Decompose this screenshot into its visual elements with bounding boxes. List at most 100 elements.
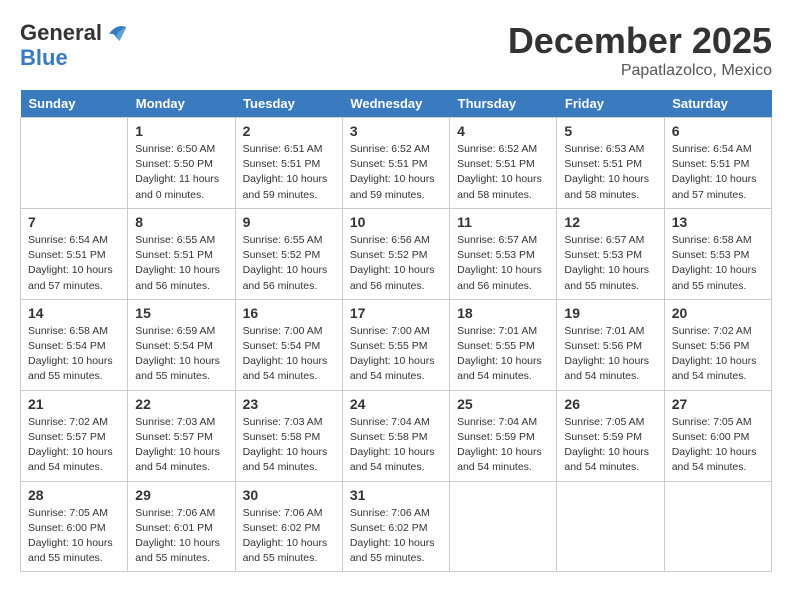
day-info: Sunrise: 7:06 AM Sunset: 6:02 PM Dayligh… [350,506,442,567]
day-info: Sunrise: 6:57 AM Sunset: 5:53 PM Dayligh… [457,233,549,294]
day-cell: 20Sunrise: 7:02 AM Sunset: 5:56 PM Dayli… [664,299,771,390]
day-cell: 28 Sunrise: 7:05 AM Sunset: 6:00 PM Dayli… [21,481,128,572]
day-cell: 24 Sunrise: 7:04 AM Sunset: 5:58 PM Dayli… [342,390,449,481]
day-info: Sunrise: 7:06 AM Sunset: 6:01 PM Dayligh… [135,506,227,567]
day-cell: 22 Sunrise: 7:03 AM Sunset: 5:57 PM Dayli… [128,390,235,481]
logo: General Blue [20,20,130,70]
month-title: December 2025 [508,20,772,62]
day-info: Sunrise: 6:51 AM Sunset: 5:51 PM Dayligh… [243,142,335,203]
day-number: 1 [135,123,227,139]
day-cell: 7 Sunrise: 6:54 AM Sunset: 5:51 PM Daylig… [21,208,128,299]
day-info: Sunrise: 7:01 AM Sunset: 5:55 PM Dayligh… [457,324,549,385]
day-info: Sunrise: 6:54 AM Sunset: 5:51 PM Dayligh… [28,233,120,294]
day-cell: 2 Sunrise: 6:51 AM Sunset: 5:51 PM Daylig… [235,118,342,209]
day-cell: 9 Sunrise: 6:55 AM Sunset: 5:52 PM Daylig… [235,208,342,299]
day-cell [21,118,128,209]
day-info: Sunrise: 6:52 AM Sunset: 5:51 PM Dayligh… [457,142,549,203]
day-info: Sunrise: 6:54 AM Sunset: 5:51 PM Dayligh… [672,142,764,203]
day-cell [664,481,771,572]
logo-bird-icon [102,20,130,48]
day-info: Sunrise: 7:01 AM Sunset: 5:56 PM Dayligh… [564,324,656,385]
day-info: Sunrise: 7:02 AM Sunset: 5:57 PM Dayligh… [28,415,120,476]
day-info: Sunrise: 7:06 AM Sunset: 6:02 PM Dayligh… [243,506,335,567]
day-info: Sunrise: 6:57 AM Sunset: 5:53 PM Dayligh… [564,233,656,294]
day-number: 22 [135,396,227,412]
day-cell: 3 Sunrise: 6:52 AM Sunset: 5:51 PM Daylig… [342,118,449,209]
day-number: 29 [135,487,227,503]
day-number: 3 [350,123,442,139]
day-number: 5 [564,123,656,139]
day-number: 28 [28,487,120,503]
day-number: 30 [243,487,335,503]
day-number: 27 [672,396,764,412]
day-number: 25 [457,396,549,412]
day-cell: 25Sunrise: 7:04 AM Sunset: 5:59 PM Dayli… [450,390,557,481]
weekday-header-thursday: Thursday [450,90,557,118]
day-info: Sunrise: 7:04 AM Sunset: 5:58 PM Dayligh… [350,415,442,476]
day-info: Sunrise: 6:59 AM Sunset: 5:54 PM Dayligh… [135,324,227,385]
day-cell: 17 Sunrise: 7:00 AM Sunset: 5:55 PM Dayli… [342,299,449,390]
day-number: 15 [135,305,227,321]
day-info: Sunrise: 6:58 AM Sunset: 5:54 PM Dayligh… [28,324,120,385]
weekday-header-wednesday: Wednesday [342,90,449,118]
day-info: Sunrise: 7:03 AM Sunset: 5:58 PM Dayligh… [243,415,335,476]
day-info: Sunrise: 6:52 AM Sunset: 5:51 PM Dayligh… [350,142,442,203]
day-number: 8 [135,214,227,230]
day-cell: 15 Sunrise: 6:59 AM Sunset: 5:54 PM Dayli… [128,299,235,390]
day-number: 11 [457,214,549,230]
day-info: Sunrise: 7:05 AM Sunset: 6:00 PM Dayligh… [672,415,764,476]
day-cell: 16 Sunrise: 7:00 AM Sunset: 5:54 PM Dayli… [235,299,342,390]
day-number: 16 [243,305,335,321]
day-cell: 29 Sunrise: 7:06 AM Sunset: 6:01 PM Dayli… [128,481,235,572]
day-info: Sunrise: 7:03 AM Sunset: 5:57 PM Dayligh… [135,415,227,476]
weekday-header-friday: Friday [557,90,664,118]
title-area: December 2025 Papatlazolco, Mexico [508,20,772,80]
day-cell [557,481,664,572]
day-cell: 18Sunrise: 7:01 AM Sunset: 5:55 PM Dayli… [450,299,557,390]
page-header: General Blue December 2025 Papatlazolco,… [20,20,772,80]
day-cell: 1Sunrise: 6:50 AM Sunset: 5:50 PM Daylig… [128,118,235,209]
weekday-header-saturday: Saturday [664,90,771,118]
day-cell: 21 Sunrise: 7:02 AM Sunset: 5:57 PM Dayli… [21,390,128,481]
day-number: 2 [243,123,335,139]
day-number: 21 [28,396,120,412]
day-number: 12 [564,214,656,230]
day-info: Sunrise: 6:55 AM Sunset: 5:52 PM Dayligh… [243,233,335,294]
day-cell: 11 Sunrise: 6:57 AM Sunset: 5:53 PM Dayli… [450,208,557,299]
day-cell [450,481,557,572]
day-info: Sunrise: 7:05 AM Sunset: 6:00 PM Dayligh… [28,506,120,567]
day-number: 10 [350,214,442,230]
day-cell: 6 Sunrise: 6:54 AM Sunset: 5:51 PM Daylig… [664,118,771,209]
calendar-table: SundayMondayTuesdayWednesdayThursdayFrid… [20,90,772,572]
day-cell: 5 Sunrise: 6:53 AM Sunset: 5:51 PM Daylig… [557,118,664,209]
weekday-header-monday: Monday [128,90,235,118]
day-info: Sunrise: 6:56 AM Sunset: 5:52 PM Dayligh… [350,233,442,294]
day-cell: 8 Sunrise: 6:55 AM Sunset: 5:51 PM Daylig… [128,208,235,299]
week-row-4: 21 Sunrise: 7:02 AM Sunset: 5:57 PM Dayli… [21,390,772,481]
logo-bottom-text: Blue [20,46,130,70]
day-info: Sunrise: 7:00 AM Sunset: 5:55 PM Dayligh… [350,324,442,385]
day-cell: 14Sunrise: 6:58 AM Sunset: 5:54 PM Dayli… [21,299,128,390]
day-number: 7 [28,214,120,230]
day-info: Sunrise: 6:55 AM Sunset: 5:51 PM Dayligh… [135,233,227,294]
day-info: Sunrise: 6:58 AM Sunset: 5:53 PM Dayligh… [672,233,764,294]
day-number: 26 [564,396,656,412]
day-cell: 4 Sunrise: 6:52 AM Sunset: 5:51 PM Daylig… [450,118,557,209]
day-info: Sunrise: 7:05 AM Sunset: 5:59 PM Dayligh… [564,415,656,476]
day-number: 4 [457,123,549,139]
day-info: Sunrise: 6:53 AM Sunset: 5:51 PM Dayligh… [564,142,656,203]
day-cell: 30 Sunrise: 7:06 AM Sunset: 6:02 PM Dayli… [235,481,342,572]
week-row-5: 28 Sunrise: 7:05 AM Sunset: 6:00 PM Dayli… [21,481,772,572]
day-number: 6 [672,123,764,139]
day-number: 13 [672,214,764,230]
day-number: 31 [350,487,442,503]
day-number: 17 [350,305,442,321]
day-number: 24 [350,396,442,412]
day-cell: 13 Sunrise: 6:58 AM Sunset: 5:53 PM Dayli… [664,208,771,299]
day-cell: 26 Sunrise: 7:05 AM Sunset: 5:59 PM Dayli… [557,390,664,481]
day-number: 20 [672,305,764,321]
day-info: Sunrise: 7:00 AM Sunset: 5:54 PM Dayligh… [243,324,335,385]
day-number: 9 [243,214,335,230]
weekday-header-sunday: Sunday [21,90,128,118]
weekday-header-tuesday: Tuesday [235,90,342,118]
